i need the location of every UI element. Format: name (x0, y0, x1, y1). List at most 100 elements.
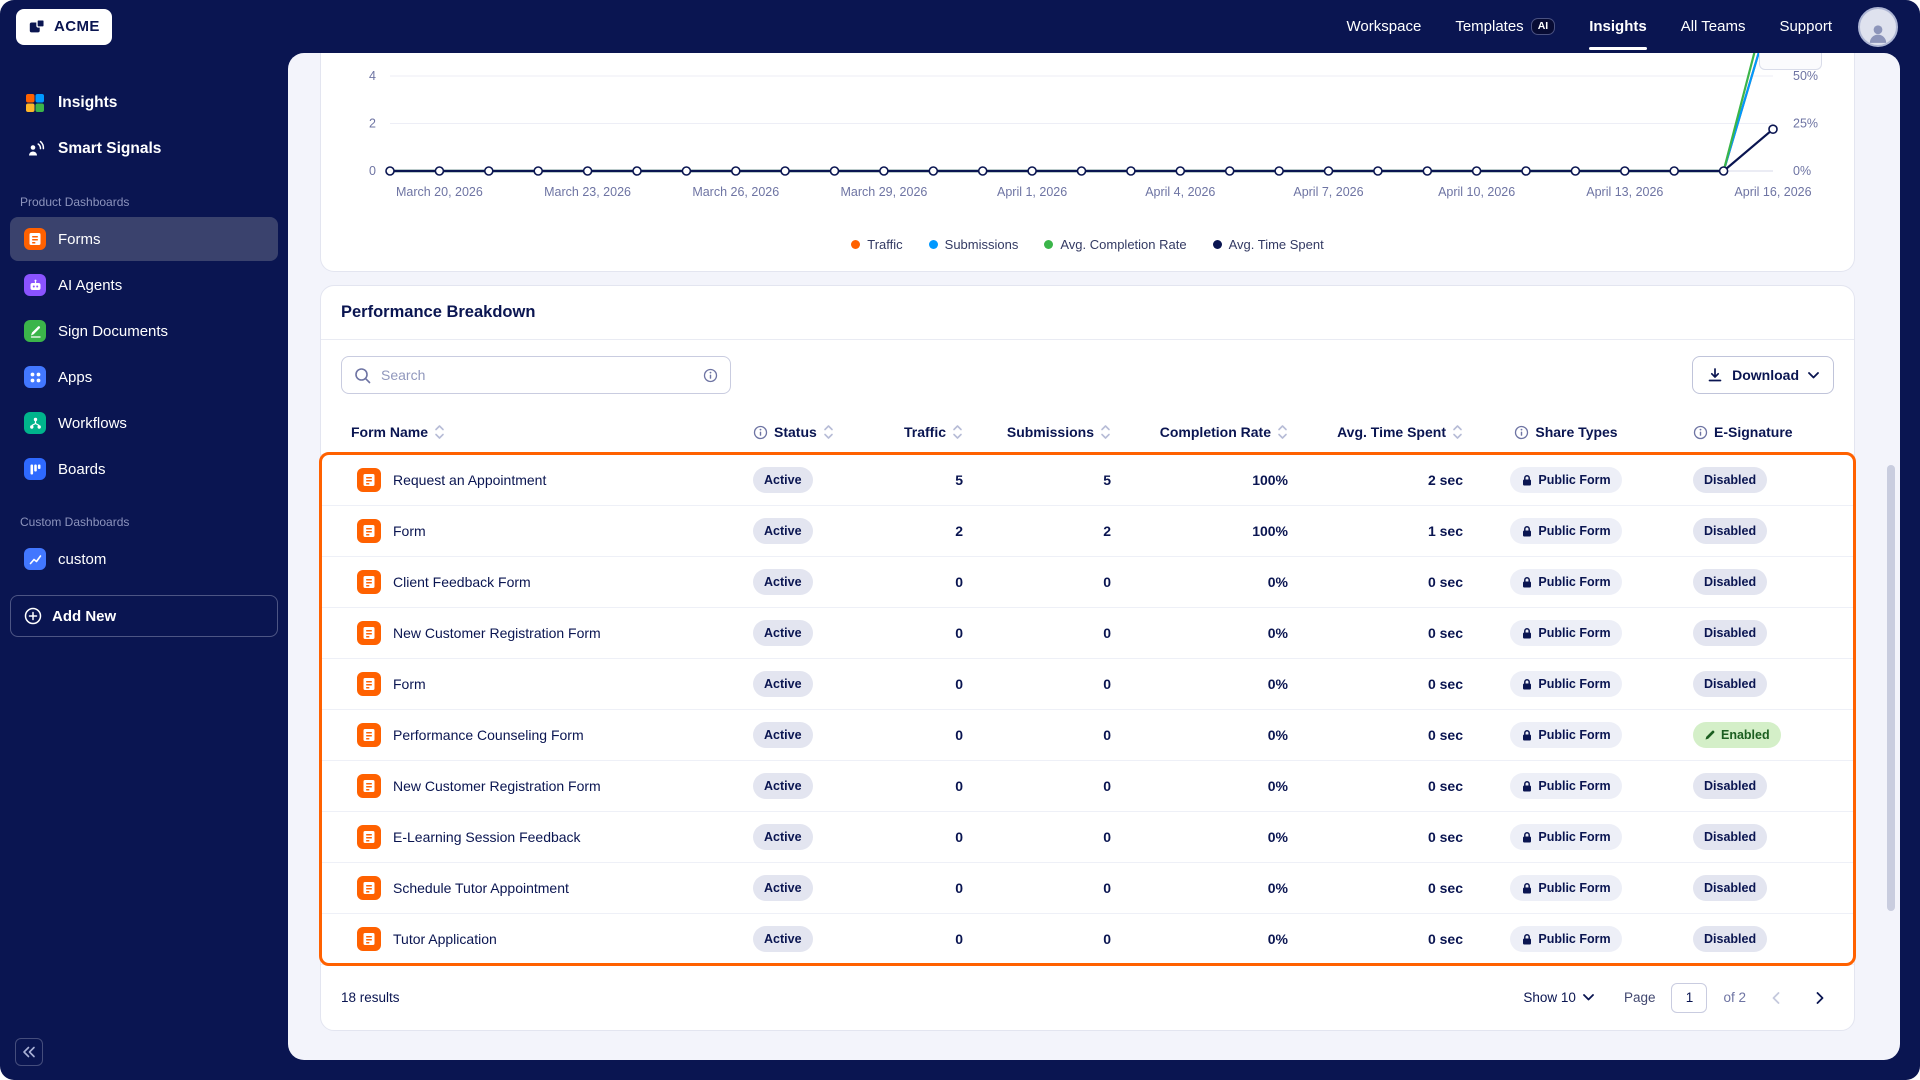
sidebar-item-label: Forms (58, 230, 101, 248)
cell-completion-rate: 0% (1267, 880, 1288, 896)
user-avatar[interactable] (1858, 6, 1898, 47)
table-row[interactable]: Tutor Application Active 0 0 0% 0 sec Public F… (321, 913, 1854, 964)
download-icon (1707, 367, 1723, 383)
pagination: Show 10 Page of 2 (1523, 982, 1834, 1013)
form-icon (357, 876, 381, 900)
cell-traffic: 0 (955, 880, 963, 896)
lock-icon (1521, 729, 1533, 742)
table-row[interactable]: New Customer Registration Form Active 0 0 0%… (321, 607, 1854, 658)
chart-cropped-control[interactable] (1759, 53, 1822, 70)
table-toolbar: Download (321, 340, 1854, 410)
status-info-icon[interactable] (753, 425, 768, 440)
sidebar-item-forms[interactable]: Forms (10, 217, 278, 261)
sidebar-item-label: Sign Documents (58, 322, 169, 340)
cell-completion-rate: 0% (1267, 727, 1288, 743)
svg-text:0%: 0% (1793, 164, 1811, 178)
e_signature-info-icon[interactable] (1693, 425, 1708, 440)
sidebar-item-label: Boards (58, 460, 106, 478)
topnav-item-templates[interactable]: Templates AI (1455, 0, 1556, 53)
table-row[interactable]: Form Active 2 2 100% 1 sec Public Form Disabled (321, 505, 1854, 556)
table-row[interactable]: E-Learning Session Feedback Active 0 0 0% 0 s… (321, 811, 1854, 862)
insights-icon (24, 92, 46, 114)
column-header-traffic[interactable]: Traffic (891, 424, 971, 440)
cell-status: Active (741, 773, 891, 799)
cell-submissions: 2 (1103, 523, 1111, 539)
e-signature-text: Disabled (1704, 779, 1757, 793)
sidebar-item-boards[interactable]: Boards (10, 447, 278, 491)
scrollbar-thumb[interactable] (1887, 465, 1895, 911)
cell-share-types: Public Form (1471, 467, 1661, 493)
table-row[interactable]: Request an Appointment Active 5 5 100% 2 sec P… (321, 454, 1854, 505)
column-header-avg_time_spent[interactable]: Avg. Time Spent (1296, 424, 1471, 440)
search-input[interactable] (381, 367, 693, 383)
previous-page-button[interactable] (1762, 984, 1790, 1012)
topnav-item-insights[interactable]: Insights (1589, 0, 1647, 53)
table-row[interactable]: Form Active 0 0 0% 0 sec Public Form Disabled (321, 658, 1854, 709)
cell-completion-rate: 0% (1267, 829, 1288, 845)
search-info-icon[interactable] (703, 368, 718, 383)
cell-status: Active (741, 620, 891, 646)
table-row[interactable]: Performance Counseling Form Active 0 0 0% 0 s… (321, 709, 1854, 760)
sidebar-item-apps[interactable]: Apps (10, 355, 278, 399)
legend-dot (1044, 240, 1054, 249)
share-type-text: Public Form (1538, 881, 1611, 895)
share-type-badge: Public Form (1510, 875, 1622, 901)
logo[interactable]: ACME (16, 8, 112, 45)
share-type-text: Public Form (1538, 473, 1611, 487)
page-size-select[interactable]: Show 10 (1523, 990, 1594, 1005)
column-header-form_name[interactable]: Form Name (321, 424, 741, 440)
sidebar-item-ai-agents[interactable]: AI Agents (10, 263, 278, 307)
page-number-input[interactable] (1671, 982, 1708, 1013)
topnav-item-support[interactable]: Support (1779, 0, 1832, 53)
share-type-badge: Public Form (1510, 518, 1622, 544)
share-type-text: Public Form (1538, 677, 1611, 691)
column-header-submissions[interactable]: Submissions (971, 424, 1119, 440)
sidebar-item-insights[interactable]: Insights (10, 81, 278, 125)
download-button[interactable]: Download (1692, 356, 1834, 394)
cell-status: Active (741, 569, 891, 595)
e-signature-badge: Enabled (1693, 722, 1781, 748)
share-type-badge: Public Form (1510, 467, 1622, 493)
sidebar-item-label: Smart Signals (58, 140, 162, 157)
add-new-button[interactable]: Add New (10, 595, 278, 637)
cell-completion-rate: 100% (1252, 472, 1288, 488)
table-row[interactable]: Schedule Tutor Appointment Active 0 0 0% 0 se… (321, 862, 1854, 913)
sort-icon (952, 424, 963, 440)
x-axis-label: March 23, 2026 (544, 185, 631, 199)
form-icon (357, 723, 381, 747)
cell-form-name: Client Feedback Form (321, 570, 741, 594)
form-name-text: New Customer Registration Form (393, 625, 601, 641)
form-name-text: Schedule Tutor Appointment (393, 880, 569, 896)
topnav-item-workspace[interactable]: Workspace (1347, 0, 1422, 53)
form-name-text: New Customer Registration Form (393, 778, 601, 794)
pen-icon (1704, 729, 1716, 741)
sort-icon (434, 424, 445, 440)
form-name-text: Form (393, 523, 426, 539)
column-header-completion_rate[interactable]: Completion Rate (1119, 424, 1296, 440)
cell-avg-time-spent: 0 sec (1427, 778, 1463, 794)
table-row[interactable]: New Customer Registration Form Active 0 0 0%… (321, 760, 1854, 811)
topnav-item-label: Workspace (1346, 18, 1422, 35)
sidebar-item-smart-signals[interactable]: Smart Signals (10, 127, 278, 171)
cell-status: Active (741, 467, 891, 493)
workflows-icon (24, 412, 46, 434)
x-axis-label: April 16, 2026 (1734, 185, 1812, 199)
share_types-info-icon[interactable] (1514, 425, 1529, 440)
card-title: Performance Breakdown (341, 303, 536, 321)
share-type-text: Public Form (1538, 575, 1611, 589)
sidebar-item-workflows[interactable]: Workflows (10, 401, 278, 445)
topbar: ACME Workspace Templates AI Insights All Tea… (0, 0, 1920, 53)
table-row[interactable]: Client Feedback Form Active 0 0 0% 0 sec Publi… (321, 556, 1854, 607)
e-signature-text: Disabled (1704, 830, 1757, 844)
sidebar-item-sign-documents[interactable]: Sign Documents (10, 309, 278, 353)
sidebar-collapse-button[interactable] (15, 1038, 43, 1066)
sidebar-item-custom[interactable]: custom (10, 537, 278, 581)
topnav-right: Workspace Templates AI Insights All Teams Sup… (1347, 0, 1898, 53)
next-page-button[interactable] (1806, 984, 1834, 1012)
cell-traffic: 0 (955, 778, 963, 794)
e-signature-badge: Disabled (1693, 467, 1768, 493)
cell-completion-rate: 0% (1267, 931, 1288, 947)
cell-form-name: New Customer Registration Form (321, 774, 741, 798)
column-header-status[interactable]: Status (741, 424, 891, 440)
topnav-item-all-teams[interactable]: All Teams (1681, 0, 1746, 53)
